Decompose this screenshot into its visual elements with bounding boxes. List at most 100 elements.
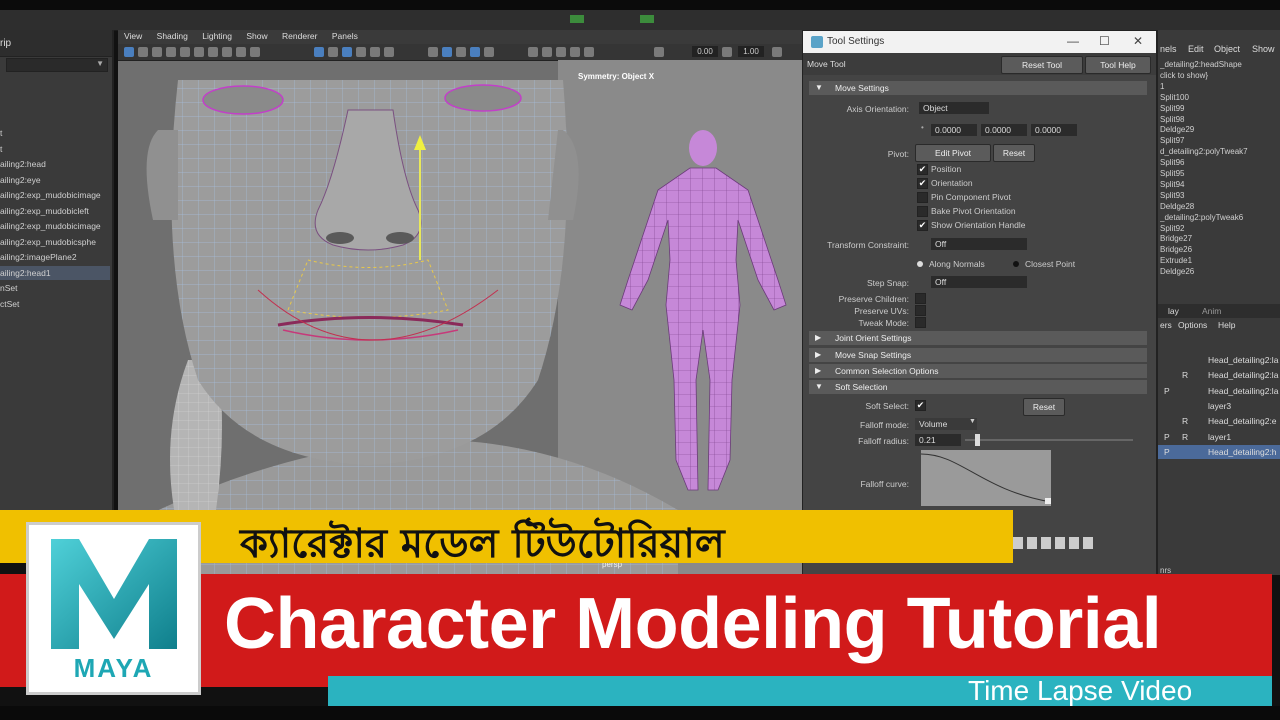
falloff-radius-slider-handle[interactable] [975, 434, 981, 446]
xray-active-icon[interactable] [442, 47, 452, 57]
safe-action-icon[interactable] [250, 47, 260, 57]
motion-blur-icon[interactable] [528, 47, 538, 57]
ambient-occlusion-icon[interactable] [484, 47, 494, 57]
tool-settings-titlebar[interactable]: Tool Settings — ☐ ✕ [803, 31, 1157, 53]
layer-render-toggle[interactable]: R [1182, 414, 1188, 428]
lights-icon[interactable] [370, 47, 380, 57]
edit-pivot-button[interactable]: Edit Pivot [915, 144, 991, 162]
outliner-item[interactable]: t [0, 142, 110, 156]
history-item[interactable]: Split96 [1160, 158, 1280, 167]
section-joint-orient[interactable]: ▶ Joint Orient Settings [809, 331, 1147, 345]
outliner-item[interactable]: ailing2:eye [0, 173, 110, 187]
closest-point-radio[interactable] [1013, 261, 1019, 267]
exposure-icon[interactable] [570, 47, 580, 57]
outliner-item[interactable]: ailing2:head1 [0, 265, 110, 280]
history-item[interactable]: Split100 [1160, 93, 1280, 102]
preserve-uvs-checkbox[interactable] [915, 305, 926, 316]
axis-value-z[interactable]: 0.0000 [1031, 124, 1077, 136]
axis-value-x[interactable]: 0.0000 [931, 124, 977, 136]
xray-icon[interactable] [428, 47, 438, 57]
curve-preset-5-icon[interactable] [1069, 537, 1079, 549]
minimize-button[interactable]: — [1067, 34, 1079, 48]
history-item[interactable]: 1 [1160, 82, 1280, 91]
layer-row[interactable]: P Rlayer1 [1158, 430, 1280, 444]
outliner-item[interactable]: nSet [0, 281, 110, 295]
menu-help[interactable]: Help [1218, 320, 1235, 330]
soft-select-checkbox[interactable]: ✔ [915, 400, 926, 411]
bookmark-icon[interactable] [152, 47, 162, 57]
history-item[interactable]: Bridge27 [1160, 234, 1280, 243]
layer-playback-toggle[interactable]: P [1164, 430, 1170, 444]
layer-row[interactable]: R Head_detailing2:e [1158, 414, 1280, 428]
menu-options[interactable]: Options [1178, 320, 1207, 330]
gamma-field-icon[interactable] [722, 47, 732, 57]
section-common-selection[interactable]: ▶ Common Selection Options [809, 364, 1147, 378]
history-item[interactable]: d_detailing2:polyTweak7 [1160, 147, 1280, 156]
camera-attr-icon[interactable] [138, 47, 148, 57]
tab-anim-layers[interactable]: Anim [1202, 306, 1221, 316]
history-item[interactable]: Split98 [1160, 115, 1280, 124]
history-item[interactable]: Split97 [1160, 136, 1280, 145]
menu-renderer[interactable]: Renderer [282, 31, 317, 41]
history-item[interactable]: Bridge26 [1160, 245, 1280, 254]
outliner-item[interactable]: ailing2:exp_mudobicimage [0, 219, 110, 233]
perspective-viewport[interactable]: View Shading Lighting Show Renderer Pane… [118, 30, 804, 575]
shadows-icon[interactable] [384, 47, 394, 57]
history-item[interactable]: click to show} [1160, 71, 1280, 80]
menu-shading[interactable]: Shading [157, 31, 188, 41]
section-move-snap[interactable]: ▶ Move Snap Settings [809, 348, 1147, 362]
position-checkbox[interactable]: ✔ [917, 164, 928, 175]
xray-joints-icon[interactable] [456, 47, 466, 57]
image-plane-icon[interactable] [166, 47, 176, 57]
gamma-field[interactable]: 1.00 [738, 46, 764, 57]
outliner-item[interactable]: ailing2:exp_mudobicsphe [0, 235, 110, 249]
isolate-select-icon[interactable] [470, 47, 480, 57]
history-item[interactable]: Split95 [1160, 169, 1280, 178]
falloff-radius-slider[interactable] [965, 434, 1133, 446]
exposure-field-icon[interactable] [654, 47, 664, 57]
history-item[interactable]: Split94 [1160, 180, 1280, 189]
color-space-icon[interactable] [772, 47, 782, 57]
section-soft-selection[interactable]: ▼ Soft Selection [809, 380, 1147, 394]
layer-render-toggle[interactable]: R [1182, 368, 1188, 382]
outliner-item[interactable]: ctSet [0, 297, 110, 311]
pivot-reset-button[interactable]: Reset [993, 144, 1035, 162]
orientation-checkbox[interactable]: ✔ [917, 178, 928, 189]
smooth-shade-icon[interactable] [328, 47, 338, 57]
layer-playback-toggle[interactable]: P [1164, 384, 1170, 398]
curve-preset-3-icon[interactable] [1041, 537, 1051, 549]
history-item[interactable]: _detailing2:headShape [1160, 60, 1280, 69]
menu-object[interactable]: Object [1214, 44, 1240, 54]
menu-view[interactable]: View [124, 31, 142, 41]
tweak-mode-checkbox[interactable] [915, 317, 926, 328]
tool-help-button[interactable]: Tool Help [1085, 56, 1151, 74]
outliner-item[interactable]: t [0, 126, 110, 140]
close-button[interactable]: ✕ [1133, 34, 1143, 48]
menu-lighting[interactable]: Lighting [202, 31, 232, 41]
history-item[interactable]: Split92 [1160, 224, 1280, 233]
reset-tool-button[interactable]: Reset Tool [1001, 56, 1083, 74]
layer-row[interactable]: P Head_detailing2:la [1158, 384, 1280, 398]
transform-constraint-select[interactable]: Off [931, 238, 1027, 250]
select-camera-icon[interactable] [124, 47, 134, 57]
preserve-children-checkbox[interactable] [915, 293, 926, 304]
falloff-mode-select[interactable]: Volume [915, 418, 977, 430]
menu-panels[interactable]: nels [1160, 44, 1177, 54]
history-item[interactable]: Deldge29 [1160, 125, 1280, 134]
tab-display-layers[interactable]: lay [1168, 306, 1179, 316]
status-green-icon-2[interactable] [640, 15, 654, 23]
resolution-gate-icon[interactable] [208, 47, 218, 57]
film-gate-icon[interactable] [194, 47, 204, 57]
axis-value-y[interactable]: 0.0000 [981, 124, 1027, 136]
section-move-settings[interactable]: ▼ Move Settings [809, 81, 1147, 95]
menu-edit[interactable]: Edit [1188, 44, 1204, 54]
grid-icon[interactable] [180, 47, 190, 57]
gate-mask-icon[interactable] [222, 47, 232, 57]
falloff-curve-graph[interactable] [921, 450, 1051, 506]
along-normals-radio[interactable] [917, 261, 923, 267]
layer-row[interactable]: R Head_detailing2:la [1158, 368, 1280, 382]
pin-component-pivot-checkbox[interactable] [917, 192, 928, 203]
layer-render-toggle[interactable]: R [1182, 430, 1188, 444]
history-item[interactable]: Deldge28 [1160, 202, 1280, 211]
textured-icon[interactable] [356, 47, 366, 57]
